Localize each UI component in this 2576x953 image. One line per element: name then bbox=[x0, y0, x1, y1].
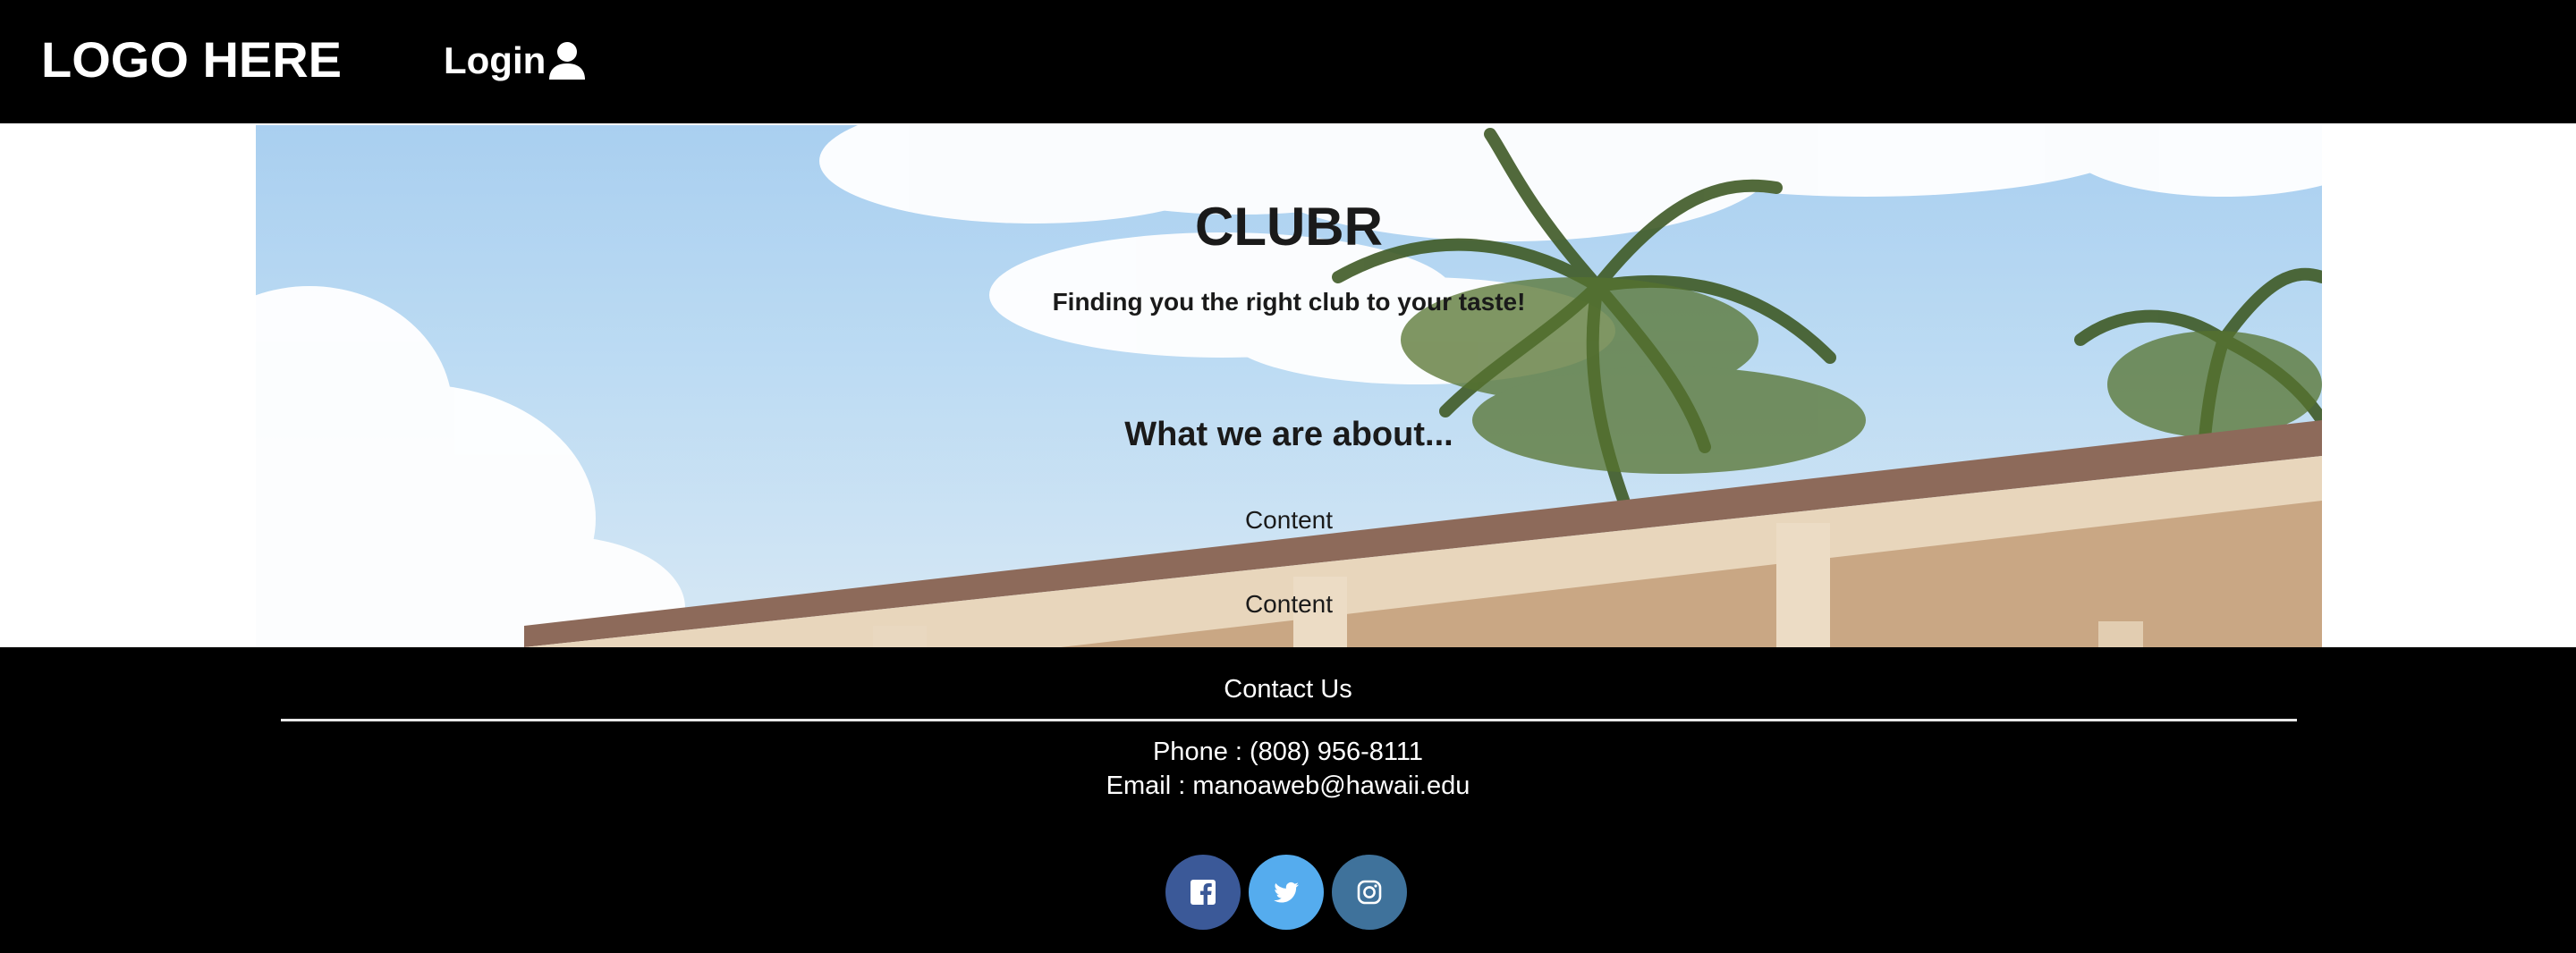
logo-link[interactable]: LOGO HERE bbox=[41, 29, 342, 91]
instagram-button[interactable] bbox=[1332, 855, 1407, 930]
hero-banner: CLUBR Finding you the right club to your… bbox=[256, 125, 2322, 647]
facebook-button[interactable] bbox=[1165, 855, 1241, 930]
instagram-icon bbox=[1357, 880, 1382, 905]
social-links bbox=[1165, 855, 1407, 930]
about-content: Content bbox=[1244, 506, 1334, 534]
login-link[interactable]: Login bbox=[444, 34, 587, 88]
hero-section: CLUBR Finding you the right club to your… bbox=[0, 123, 2576, 647]
footer-divider bbox=[281, 719, 2297, 721]
twitter-button[interactable] bbox=[1249, 855, 1324, 930]
hero-title: CLUBR bbox=[1195, 197, 1383, 257]
about-heading: What we are about... bbox=[1124, 416, 1453, 453]
hero-subtitle: Finding you the right club to your taste… bbox=[1052, 288, 1526, 316]
footer: Contact Us Phone : (808) 956-8111 Email … bbox=[0, 647, 2576, 953]
hero-text: CLUBR Finding you the right club to your… bbox=[256, 125, 2322, 647]
about-content: Content bbox=[1244, 590, 1334, 618]
contact-phone: Phone : (808) 956-8111 bbox=[1152, 738, 1424, 766]
facebook-icon bbox=[1191, 880, 1216, 905]
navbar: LOGO HERE Login bbox=[0, 0, 2576, 123]
twitter-icon bbox=[1274, 881, 1299, 903]
contact-email: Email : manoaweb@hawaii.edu bbox=[1106, 772, 1470, 800]
login-label: Login bbox=[444, 39, 547, 81]
user-icon bbox=[547, 40, 587, 81]
contact-us-heading: Contact Us bbox=[1224, 675, 1352, 704]
